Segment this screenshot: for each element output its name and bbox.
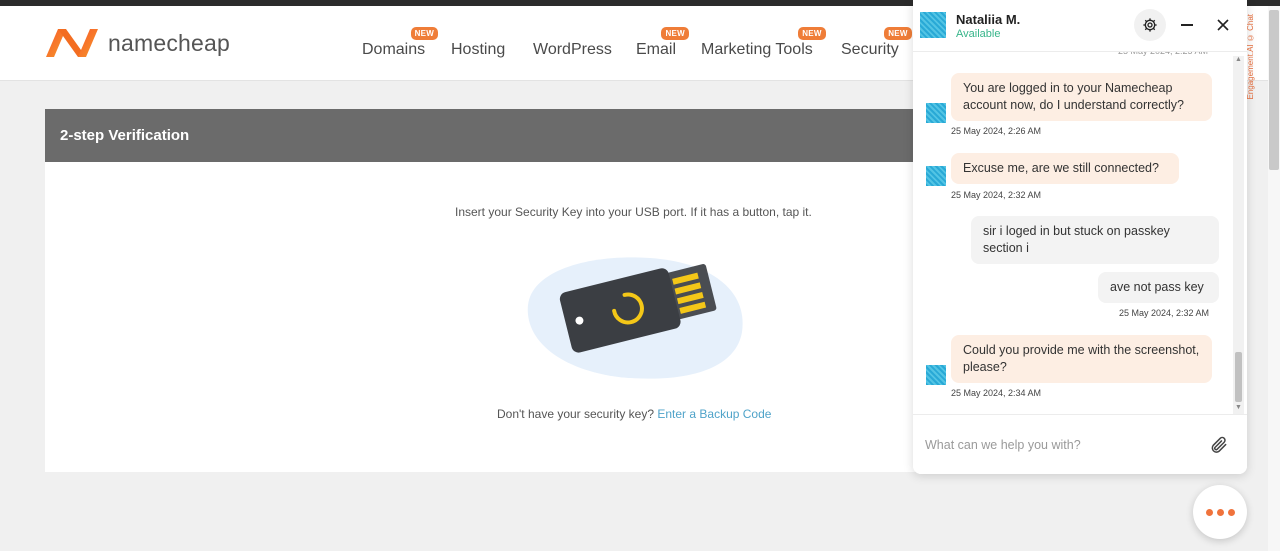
agent-status: Available (956, 28, 1001, 40)
nav-label: Marketing Tools (701, 41, 813, 58)
agent-message: Excuse me, are we still connected? (951, 153, 1179, 184)
chat-launcher-button[interactable] (1193, 485, 1247, 539)
nav-email[interactable]: Email NEW (636, 27, 690, 59)
agent-message: Could you provide me with the screenshot… (951, 335, 1212, 383)
user-message: sir i loged in but stuck on passkey sect… (971, 216, 1219, 264)
chat-scroll-thumb[interactable] (1235, 352, 1242, 402)
scroll-up-arrow-icon[interactable]: ▲ (1235, 56, 1242, 63)
agent-avatar (926, 365, 946, 385)
chat-messages: 25 May 2024, 2:25 AM You are logged in t… (913, 46, 1247, 414)
message-timestamp: 25 May 2024, 2:34 AM (951, 388, 1042, 398)
nav-marketing-tools[interactable]: Marketing Tools NEW (701, 27, 826, 59)
nav-security[interactable]: Security NEW (841, 27, 912, 59)
scroll-down-arrow-icon[interactable]: ▼ (1235, 404, 1242, 411)
paperclip-icon[interactable] (1209, 435, 1229, 455)
page-scrollbar[interactable] (1268, 6, 1280, 551)
backup-prompt: Don't have your security key? (497, 407, 655, 421)
nav-label: Hosting (451, 41, 506, 58)
enter-backup-code-link[interactable]: Enter a Backup Code (657, 407, 771, 421)
page-scroll-thumb[interactable] (1269, 10, 1279, 170)
new-badge: NEW (661, 27, 690, 40)
verification-card-body: Insert your Security Key into your USB p… (45, 162, 915, 472)
verification-card-header: 2-step Verification (45, 109, 915, 162)
agent-name: Nataliia M. (956, 12, 1021, 27)
page-title: 2-step Verification (60, 127, 190, 144)
nav-label: WordPress (533, 41, 612, 58)
new-badge: NEW (798, 27, 826, 40)
nav-wordpress[interactable]: WordPress (533, 41, 612, 59)
agent-avatar (926, 103, 946, 123)
message-timestamp: 25 May 2024, 2:32 AM (1119, 308, 1210, 318)
chat-header: Nataliia M. Available (913, 0, 1247, 52)
agent-avatar (926, 166, 946, 186)
chat-settings-button[interactable] (1134, 9, 1166, 41)
chat-minimize-button[interactable] (1171, 9, 1203, 41)
usb-security-key-icon (527, 257, 743, 379)
user-message: ave not pass key (1098, 272, 1219, 303)
nav-label: Security (841, 41, 899, 58)
new-badge: NEW (884, 27, 912, 40)
nav-label: Domains (362, 41, 426, 58)
chat-close-button[interactable] (1207, 9, 1239, 41)
chat-composer (913, 414, 1247, 474)
close-icon (1217, 19, 1229, 31)
logo-wordmark: namecheap (108, 29, 230, 56)
agent-message: You are logged in to your Namecheap acco… (951, 73, 1212, 121)
message-timestamp: 25 May 2024, 2:26 AM (951, 126, 1042, 136)
agent-avatar (920, 12, 946, 38)
new-badge: NEW (410, 27, 439, 40)
chat-scrollbar[interactable]: ▲ ▼ (1233, 56, 1244, 414)
message-timestamp: 25 May 2024, 2:32 AM (951, 190, 1042, 200)
nav-domains[interactable]: Domains NEW (362, 27, 439, 59)
namecheap-logo-icon (46, 29, 98, 57)
minimize-icon (1181, 24, 1193, 26)
security-key-instruction: Insert your Security Key into your USB p… (455, 205, 812, 219)
backup-code-line: Don't have your security key? Enter a Ba… (497, 407, 771, 421)
gear-icon (1143, 18, 1157, 32)
chat-message-input[interactable] (925, 435, 1195, 455)
nav-hosting[interactable]: Hosting (451, 41, 505, 59)
namecheap-logo[interactable]: namecheap (44, 27, 230, 59)
live-chat-widget: Nataliia M. Available 25 May 2024, 2:25 … (913, 0, 1247, 474)
nav-label: Email (636, 41, 677, 58)
engagement-ai-branding: Engagement.AI © Chat (1246, 14, 1260, 114)
vertical-brand-label: Engagement.AI © Chat (1246, 14, 1255, 100)
